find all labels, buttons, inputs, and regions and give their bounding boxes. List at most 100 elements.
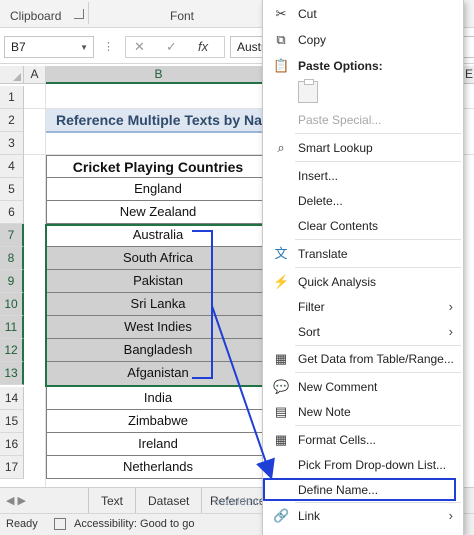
name-box-value: B7 [11, 40, 26, 54]
row-header[interactable]: 5 [0, 178, 24, 201]
table-icon: ▦ [274, 351, 288, 366]
ribbon-divider [88, 2, 89, 24]
enter-icon[interactable]: ✓ [166, 39, 177, 55]
menu-item-cut[interactable]: ✂ Cut [263, 2, 463, 26]
menu-item-format-cells[interactable]: ▦ Format Cells... [263, 428, 463, 452]
menu-item-new-note[interactable]: ▤ New Note [263, 400, 463, 424]
scissors-icon: ✂ [275, 6, 287, 21]
row-header[interactable]: 11 [0, 316, 24, 339]
table-cell[interactable]: Afganistan [46, 362, 270, 387]
table-cell[interactable]: Sri Lanka [46, 293, 270, 316]
chevron-right-icon: › [448, 324, 453, 339]
menu-item-label: Get Data from Table/Range... [298, 352, 454, 366]
row-header[interactable]: 3 [0, 132, 24, 155]
row-header[interactable]: 14 [0, 387, 24, 410]
row-header[interactable]: 6 [0, 201, 24, 224]
menu-item-label: Sort [298, 325, 321, 339]
chevron-right-icon: › [448, 299, 453, 314]
row-header[interactable]: 10 [0, 293, 24, 316]
menu-item-quick-analysis[interactable]: ⚡ Quick Analysis [263, 270, 463, 294]
menu-item-get-data[interactable]: ▦ Get Data from Table/Range... [263, 347, 463, 371]
menu-item-filter[interactable]: Filter › [263, 295, 463, 319]
table-cell[interactable]: Ireland [46, 433, 270, 456]
sheet-tab-text[interactable]: Text [88, 488, 137, 513]
name-box[interactable]: B7 ▼ [4, 36, 94, 58]
excel-window: Clipboard Font B7 ▼ ⋮ ✕ ✓ fx Austr A B E… [0, 0, 474, 535]
row-header[interactable]: 7 [0, 224, 24, 247]
menu-item-label: Cut [298, 7, 317, 21]
menu-item-label: Format Cells... [298, 433, 377, 447]
menu-item-label: Filter [298, 300, 325, 314]
menu-item-pick-dropdown[interactable]: Pick From Drop-down List... [263, 453, 463, 477]
menu-separator [295, 161, 461, 162]
table-cell[interactable]: England [46, 178, 270, 201]
row-header[interactable]: 17 [0, 456, 24, 479]
clipboard-launcher-icon[interactable] [74, 9, 84, 19]
chevron-down-icon[interactable]: ▼ [80, 43, 88, 52]
tab-scroll-icon[interactable]: ◀ ▶ [6, 494, 26, 507]
menu-item-paste-special[interactable]: Paste Special... [263, 108, 463, 132]
menu-item-label: New Note [298, 405, 351, 419]
sheet-title[interactable]: Reference Multiple Texts by Nam [46, 109, 286, 132]
menu-paste-options-label: 📋 Paste Options: [263, 54, 463, 78]
table-cell[interactable]: India [46, 387, 270, 410]
translate-icon: 文 [274, 246, 288, 261]
table-cell[interactable]: Bangladesh [46, 339, 270, 362]
context-menu: ✂ Cut ⧉ Copy 📋 Paste Options: Paste Spec… [262, 0, 464, 535]
paste-clipboard-icon[interactable] [298, 79, 318, 103]
row-header[interactable]: 9 [0, 270, 24, 293]
menu-item-label: Paste Options: [298, 59, 383, 73]
menu-item-label: Paste Special... [298, 113, 382, 127]
table-cell-active[interactable]: Australia [46, 224, 270, 247]
menu-item-label: Delete... [298, 194, 343, 208]
menu-item-define-name[interactable]: Define Name... [263, 478, 463, 502]
select-all-corner[interactable] [0, 66, 24, 84]
chevron-right-icon: › [448, 508, 453, 523]
menu-item-new-comment[interactable]: 💬 New Comment [263, 375, 463, 399]
menu-item-smart-lookup[interactable]: ⌕ Smart Lookup [263, 136, 463, 160]
menu-item-label: New Comment [298, 380, 378, 394]
menu-item-label: Quick Analysis [298, 275, 377, 289]
more-dots-icon[interactable]: ⋮ [103, 40, 114, 53]
table-cell[interactable]: West Indies [46, 316, 270, 339]
table-cell[interactable]: Pakistan [46, 270, 270, 293]
watermark-logo: exceldemy [214, 496, 267, 508]
menu-item-sort[interactable]: Sort › [263, 320, 463, 344]
accessibility-status[interactable]: Accessibility: Good to go [74, 518, 194, 530]
link-icon: 🔗 [273, 508, 290, 523]
menu-item-label: Translate [298, 247, 348, 261]
format-cells-icon: ▦ [274, 432, 288, 447]
row-header[interactable]: 15 [0, 410, 24, 433]
title-underline [46, 131, 286, 133]
font-group-label: Font [170, 9, 195, 23]
column-header-a[interactable]: A [24, 66, 46, 84]
table-cell[interactable]: Zimbabwe [46, 410, 270, 433]
column-header-e[interactable]: E [464, 66, 474, 84]
menu-item-translate[interactable]: 文 Translate [263, 242, 463, 266]
menu-item-copy[interactable]: ⧉ Copy [263, 28, 463, 52]
table-header[interactable]: Cricket Playing Countries [46, 155, 270, 178]
row-header[interactable]: 13 [0, 362, 24, 385]
row-header[interactable]: 8 [0, 247, 24, 270]
row-header[interactable]: 1 [0, 86, 24, 109]
cancel-icon[interactable]: ✕ [134, 39, 145, 55]
row-header[interactable]: 4 [0, 155, 24, 178]
sheet-tab-dataset[interactable]: Dataset [136, 488, 203, 513]
table-cell[interactable]: Netherlands [46, 456, 270, 479]
row-header[interactable]: 2 [0, 109, 24, 132]
menu-separator [295, 133, 461, 134]
row-header[interactable]: 16 [0, 433, 24, 456]
menu-item-label: Smart Lookup [298, 141, 373, 155]
menu-item-delete[interactable]: Delete... [263, 189, 463, 213]
menu-item-label: Copy [298, 33, 327, 47]
macro-record-icon[interactable] [54, 518, 66, 530]
table-cell[interactable]: South Africa [46, 247, 270, 270]
column-header-b[interactable]: B [46, 66, 272, 84]
clipboard-group-label: Clipboard [10, 9, 62, 23]
menu-item-clear-contents[interactable]: Clear Contents [263, 214, 463, 238]
row-header[interactable]: 12 [0, 339, 24, 362]
menu-item-insert[interactable]: Insert... [263, 164, 463, 188]
insert-function-icon[interactable]: fx [198, 39, 208, 54]
table-cell[interactable]: New Zealand [46, 201, 270, 224]
menu-item-link[interactable]: 🔗 Link › [263, 504, 463, 528]
